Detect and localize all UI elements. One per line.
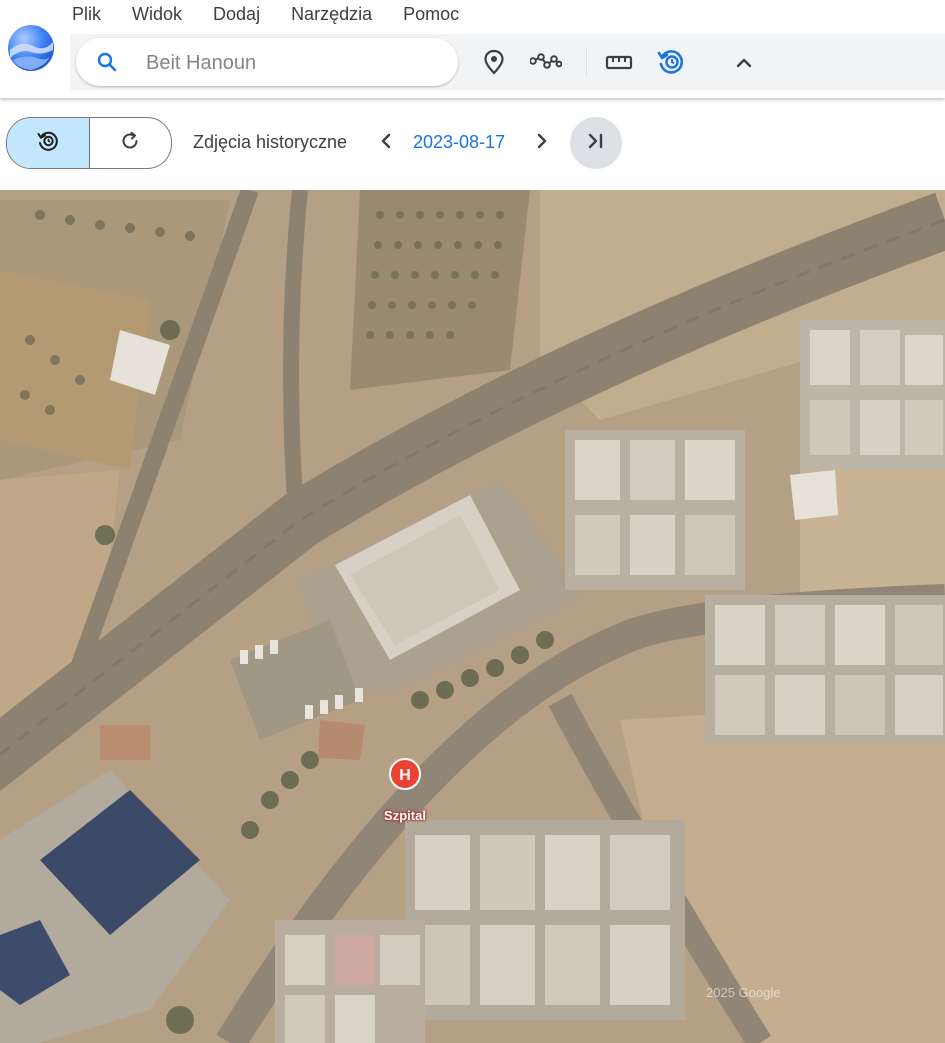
google-earth-logo[interactable] [7, 24, 55, 72]
ruler-icon[interactable] [603, 46, 635, 78]
imagery-date[interactable]: 2023-08-17 [413, 132, 505, 153]
history-back-button[interactable] [7, 118, 90, 168]
red-roof-house-2 [318, 720, 365, 760]
hospital-marker-icon[interactable]: H [388, 757, 422, 791]
side-road-2 [283, 190, 308, 501]
buildings-block-east [705, 595, 945, 745]
latest-date-button[interactable] [570, 117, 622, 169]
previous-date-button[interactable] [373, 130, 399, 156]
white-building [790, 470, 838, 520]
history-mode-toggle [6, 117, 172, 169]
hospital-label[interactable]: Szpital [370, 808, 440, 823]
buildings-block-south [405, 820, 685, 1020]
search-icon[interactable] [96, 51, 118, 73]
history-icon [36, 129, 60, 158]
satellite-map[interactable]: H Szpital 2025 Google [0, 190, 945, 1043]
menu-view[interactable]: Widok [132, 3, 182, 25]
historical-imagery-label: Zdjęcia historyczne [193, 132, 348, 152]
path-icon[interactable] [530, 46, 562, 78]
menu-add[interactable]: Dodaj [213, 3, 260, 25]
menu-help[interactable]: Pomoc [403, 3, 459, 25]
skip-to-end-icon [585, 132, 607, 155]
buildings-block-sw [275, 920, 425, 1043]
historical-imagery-icon[interactable] [655, 46, 687, 78]
chevron-right-icon [535, 132, 549, 155]
place-mark-icon[interactable] [478, 46, 510, 78]
menu-file[interactable]: Plik [72, 3, 101, 25]
chevron-up-icon[interactable] [728, 46, 760, 78]
orchard-plot [350, 190, 530, 390]
search-input[interactable] [144, 48, 438, 78]
satellite-imagery[interactable] [0, 190, 945, 1043]
svg-text:H: H [399, 767, 411, 784]
map-watermark: 2025 Google [706, 985, 781, 1000]
refresh-icon [119, 130, 141, 157]
historical-imagery-bar: Zdjęcia historyczne 2023-08-17 [0, 98, 945, 190]
toolbar-divider [586, 48, 587, 76]
next-date-button[interactable] [529, 130, 555, 156]
buildings-block-center [565, 430, 745, 590]
history-reset-button[interactable] [90, 118, 172, 168]
menu-bar: Plik Widok Dodaj Narzędzia Pomoc [72, 3, 490, 25]
red-roof-house [100, 725, 150, 760]
menu-tools[interactable]: Narzędzia [291, 3, 372, 25]
buildings-block-ne [800, 320, 945, 470]
chevron-left-icon [379, 132, 393, 155]
search-box[interactable] [76, 38, 458, 86]
app-bar: Plik Widok Dodaj Narzędzia Pomoc [0, 0, 945, 98]
